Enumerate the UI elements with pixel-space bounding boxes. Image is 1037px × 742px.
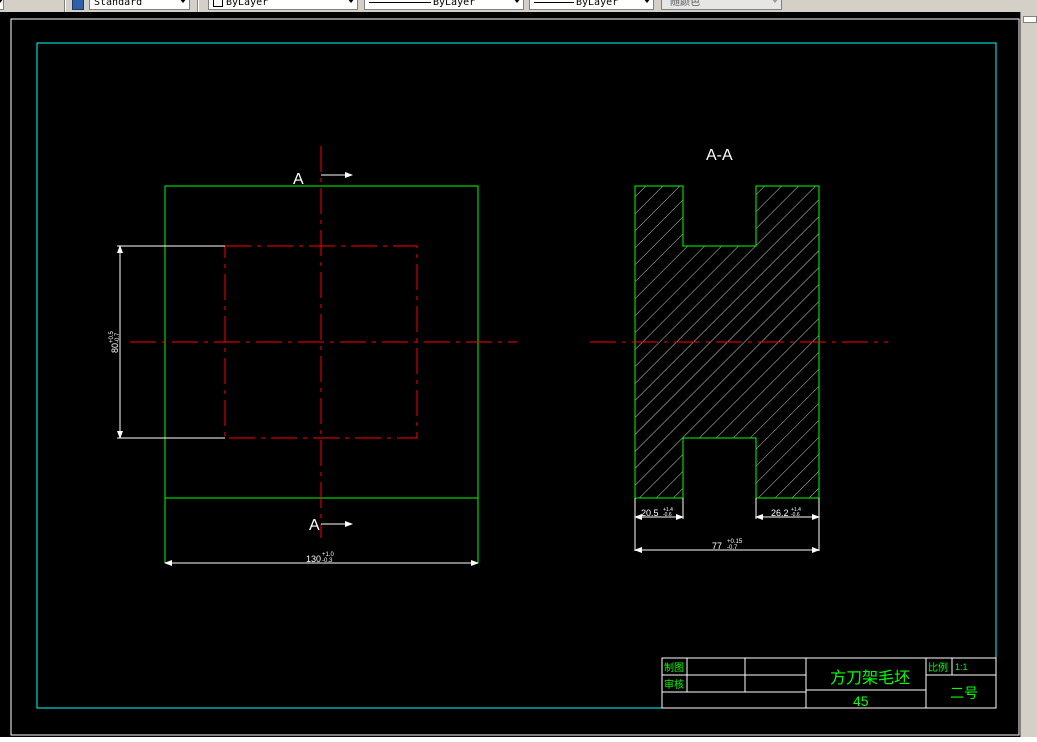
toolbar-separator — [64, 0, 66, 12]
dim-height-base: 80 — [110, 343, 120, 353]
dim-right-slot-lower: -0.6 — [791, 512, 800, 518]
text-style-icon[interactable] — [72, 0, 84, 10]
dim-total-base: 77 — [712, 541, 722, 551]
toolbar-separator — [197, 0, 199, 12]
front-view: A A 80 +0.5 -0.7 130 +1.0 -0.3 — [109, 146, 517, 566]
scrollbar-thumb[interactable] — [1023, 16, 1037, 23]
chevron-down-icon — [179, 0, 187, 3]
row1-label: 制图 — [664, 661, 684, 674]
linetype-sample-icon — [369, 1, 431, 3]
prev-dropdown-tail[interactable] — [0, 0, 4, 10]
linetype-value: ByLayer — [433, 0, 476, 8]
scale-label: 比例 — [928, 661, 948, 674]
dim-total-lower: -0.7 — [727, 545, 738, 551]
part-name: 方刀架毛坯 — [830, 669, 910, 687]
section-title: A-A — [706, 147, 733, 164]
dim-left-slot-base: 20.5 — [641, 508, 659, 518]
dim-width-lower: -0.3 — [322, 558, 333, 564]
outer-frame — [10, 18, 1020, 736]
drawing-border — [36, 42, 997, 709]
text-style-value: Standard — [94, 0, 143, 8]
vertical-scrollbar[interactable] — [1020, 12, 1037, 737]
chevron-down-icon — [771, 0, 779, 3]
plot-style-value: 随颜色 — [670, 0, 700, 8]
dim-height-lower: -0.7 — [115, 332, 121, 343]
dim-height-text: 80 +0.5 -0.7 — [109, 330, 121, 353]
drawing-canvas[interactable]: A A 80 +0.5 -0.7 130 +1.0 -0.3 A-A 20.5 … — [0, 12, 1020, 737]
color-dropdown[interactable]: ByLayer — [208, 0, 358, 10]
chevron-down-icon — [513, 0, 521, 3]
chevron-down-icon — [643, 0, 651, 3]
lineweight-value: ByLayer — [576, 0, 619, 8]
chevron-down-icon — [347, 0, 355, 3]
color-swatch-icon — [213, 0, 223, 7]
dim-width-base: 130 — [306, 554, 321, 564]
plot-style-dropdown[interactable]: 随颜色 — [661, 0, 782, 10]
section-view: A-A 20.5 +1.4 -0.6 26.2 +1.4 -0.6 77 +0.… — [590, 147, 888, 553]
section-label-bottom: A — [309, 517, 320, 534]
lineweight-dropdown[interactable]: ByLayer — [529, 0, 654, 10]
material: 45 — [853, 693, 869, 709]
section-label-top: A — [293, 171, 304, 188]
title-block: 制图 审核 方刀架毛坯 45 比例 1:1 二号 — [661, 657, 997, 709]
dim-right-slot-base: 26.2 — [771, 508, 789, 518]
lineweight-sample-icon — [534, 1, 574, 3]
drawing-svg: A A 80 +0.5 -0.7 130 +1.0 -0.3 A-A 20.5 … — [10, 18, 1020, 736]
text-style-dropdown[interactable]: Standard — [89, 0, 190, 10]
row2-label: 审核 — [664, 678, 684, 691]
dim-left-slot-lower: -0.6 — [663, 512, 672, 518]
linetype-dropdown[interactable]: ByLayer — [364, 0, 524, 10]
drawing-number: 二号 — [950, 685, 978, 701]
color-value: ByLayer — [226, 0, 269, 8]
paper-frame — [10, 18, 1020, 736]
scale-value: 1:1 — [955, 662, 968, 672]
